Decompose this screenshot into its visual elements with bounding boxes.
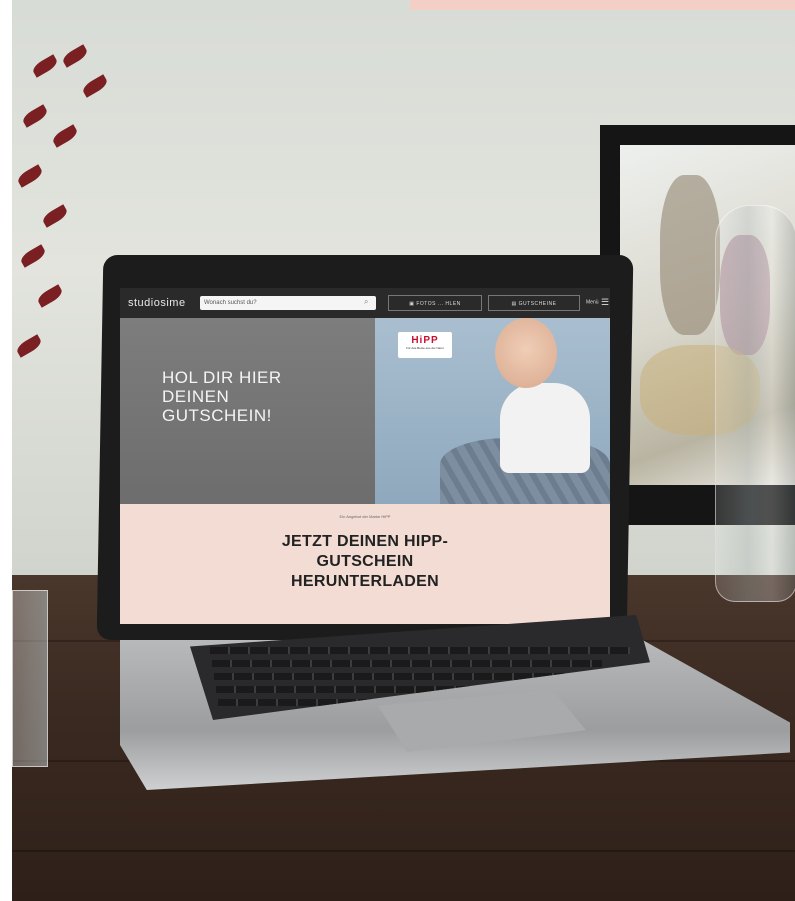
hipp-logo-text: HiPP (411, 335, 439, 346)
hero-headline: HOL DIR HIER DEINEN GUTSCHEIN! (162, 368, 282, 425)
key-row (214, 673, 564, 680)
baby-face (495, 318, 557, 388)
search-icon[interactable]: ⌕ (364, 297, 368, 307)
baby-figure (500, 383, 590, 473)
promo-section: Ein Angebot der Marke HiPP JETZT DEINEN … (120, 504, 610, 624)
desk-grain (12, 850, 795, 852)
laptop-screen: studiosime Wonach suchst du? ⌕ ▣ FOTOS .… (120, 288, 610, 624)
left-margin (0, 0, 12, 901)
coupon-icon: ▤ (511, 301, 519, 307)
promo-cta-heading[interactable]: JETZT DEINEN HIPP-GUTSCHEIN HERUNTERLADE… (120, 532, 610, 592)
key-row (212, 660, 602, 667)
nav-button-coupons[interactable]: ▤ GUTSCHEINE (488, 295, 580, 311)
glass-object (12, 590, 48, 767)
menu-label: Menü (586, 299, 599, 306)
menu-button[interactable]: Menü ☰ (586, 297, 609, 308)
website-navbar: studiosime Wonach suchst du? ⌕ ▣ FOTOS .… (120, 288, 610, 318)
nav-button-label: GUTSCHEINE (518, 301, 557, 307)
nav-button-label: FOTOS ... HLEN (416, 301, 461, 307)
hamburger-icon: ☰ (601, 297, 610, 307)
hipp-tagline: Für das Beste aus der Natur (406, 346, 444, 350)
glass-vase (715, 205, 795, 602)
hipp-logo: HiPP Für das Beste aus der Natur (398, 332, 452, 358)
promo-small-text: Ein Angebot der Marke HiPP (339, 514, 391, 519)
top-accent-banner (410, 0, 795, 10)
site-logo[interactable]: studiosime (128, 297, 186, 309)
nav-button-photos[interactable]: ▣ FOTOS ... HLEN (388, 295, 482, 311)
key-row (210, 647, 630, 654)
search-input[interactable]: Wonach suchst du? (200, 296, 376, 310)
